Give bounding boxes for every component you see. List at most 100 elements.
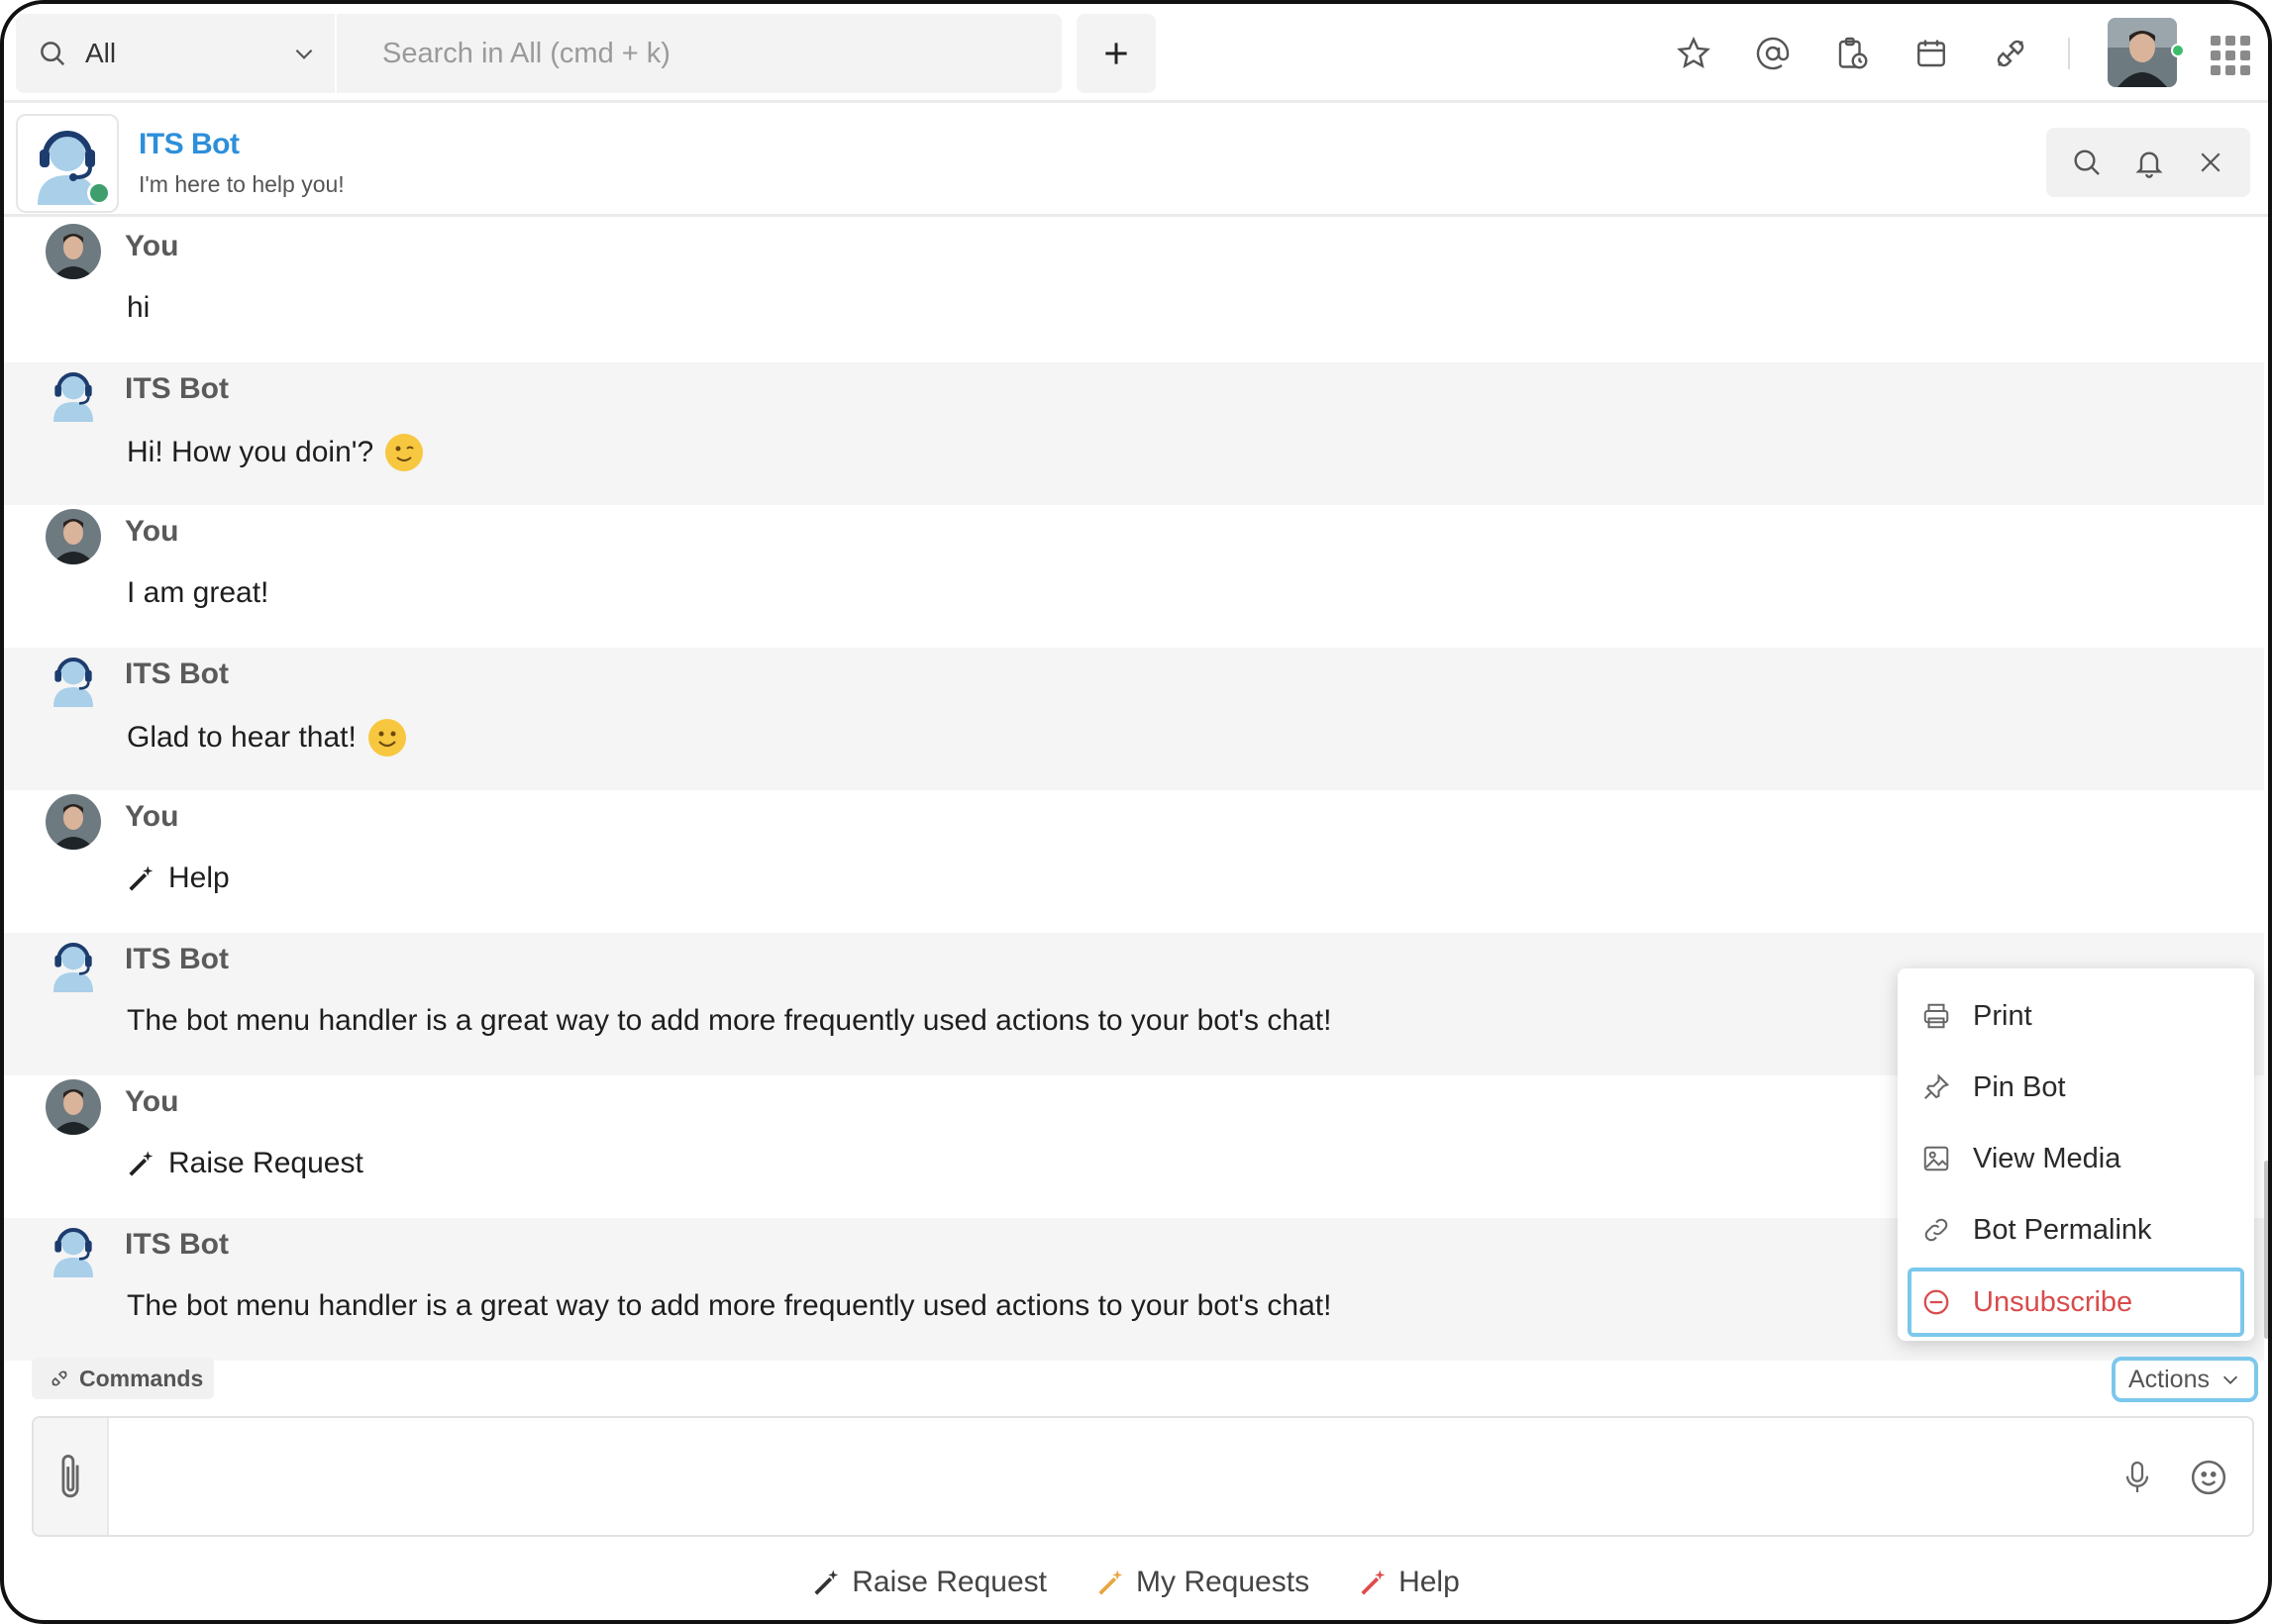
search-scope-dropdown[interactable]: All: [16, 14, 335, 93]
message-text: Help: [127, 862, 230, 895]
user-avatar[interactable]: [46, 1079, 101, 1135]
close-icon[interactable]: [2196, 148, 2225, 177]
message-item: You hi: [4, 220, 2264, 362]
mention-icon[interactable]: [1751, 32, 1795, 75]
menu-item-label: Print: [1973, 999, 2032, 1032]
bell-icon[interactable]: [2133, 147, 2165, 178]
integrations-plug-icon[interactable]: [1989, 32, 2032, 75]
image-icon: [1921, 1144, 1951, 1173]
menu-item-view-media[interactable]: View Media: [1898, 1123, 2254, 1194]
bot-avatar[interactable]: [16, 114, 119, 213]
search-input[interactable]: [380, 36, 1062, 71]
message-composer: [32, 1416, 2254, 1537]
message-item: You Help: [4, 790, 2264, 933]
clipboard-clock-icon[interactable]: [1830, 32, 1874, 75]
magic-wand-icon: [814, 1570, 839, 1595]
actions-menu: Print Pin Bot View Media Bot Permalink U…: [1898, 968, 2254, 1341]
message-input[interactable]: [125, 1438, 2086, 1517]
link-icon: [1921, 1215, 1951, 1245]
toolbar-divider: [2068, 38, 2070, 69]
chat-header-tools: [2046, 128, 2250, 197]
message-text: Raise Request: [127, 1147, 363, 1180]
top-bar: All: [4, 4, 2268, 103]
search-icon: [38, 39, 67, 68]
quick-reply-label: Help: [1398, 1566, 1460, 1598]
message-sender: You: [125, 515, 179, 548]
user-avatar[interactable]: [46, 224, 101, 279]
microphone-icon[interactable]: [2117, 1458, 2157, 1497]
user-avatar[interactable]: [2108, 18, 2177, 87]
menu-item-bot-permalink[interactable]: Bot Permalink: [1898, 1194, 2254, 1266]
commands-button[interactable]: Commands: [32, 1358, 214, 1399]
message-sender: You: [125, 230, 179, 262]
app-grid-icon[interactable]: [2211, 36, 2250, 75]
attach-button[interactable]: [34, 1418, 109, 1535]
minus-circle-icon: [1921, 1287, 1951, 1317]
quick-reply-label: My Requests: [1136, 1566, 1310, 1598]
commands-label: Commands: [79, 1365, 204, 1391]
message-text: The bot menu handler is a great way to a…: [127, 1289, 1332, 1322]
message-sender: ITS Bot: [125, 658, 229, 690]
magic-wand-icon: [1361, 1570, 1386, 1595]
menu-item-print[interactable]: Print: [1898, 980, 2254, 1052]
message-sender: ITS Bot: [125, 1228, 229, 1261]
magic-wand-icon: [129, 1151, 154, 1176]
message-scrollbar[interactable]: [2264, 1161, 2268, 1339]
bot-avatar[interactable]: [46, 937, 101, 992]
message-sender: You: [125, 800, 179, 833]
bot-avatar[interactable]: [46, 366, 101, 422]
user-avatar[interactable]: [46, 794, 101, 850]
message-item: ITS Bot Hi! How you doin'?: [4, 362, 2264, 505]
plug-icon: [50, 1369, 69, 1388]
quick-reply-label: Raise Request: [852, 1566, 1047, 1598]
emoji-icon[interactable]: [2187, 1456, 2230, 1499]
winking-face-icon: [385, 434, 424, 471]
quick-reply-help[interactable]: Help: [1359, 1566, 1460, 1599]
pin-icon: [1921, 1072, 1951, 1102]
quick-reply-my-requests[interactable]: My Requests: [1096, 1566, 1309, 1599]
smiling-face-icon: [367, 719, 406, 757]
message-text: hi: [127, 291, 151, 324]
new-button[interactable]: [1077, 14, 1156, 93]
menu-item-label: Pin Bot: [1973, 1070, 2066, 1103]
calendar-icon[interactable]: [1910, 32, 1953, 75]
message-text: Hi! How you doin'?: [127, 434, 424, 471]
magic-wand-icon: [129, 865, 154, 891]
menu-item-unsubscribe[interactable]: Unsubscribe: [1908, 1268, 2244, 1337]
message-item: You I am great!: [4, 505, 2264, 648]
quick-replies: Raise Request My Requests Help: [4, 1557, 2268, 1608]
message-item: ITS Bot Glad to hear that!: [4, 648, 2264, 790]
bot-avatar[interactable]: [46, 1222, 101, 1277]
plus-icon: [1100, 38, 1132, 69]
chat-header: ITS Bot I'm here to help you!: [4, 106, 2268, 217]
magic-wand-icon: [1098, 1570, 1123, 1595]
bot-badge-icon: [87, 181, 111, 205]
chat-subtitle: I'm here to help you!: [139, 171, 345, 197]
chat-title[interactable]: ITS Bot: [139, 128, 240, 161]
message-sender: ITS Bot: [125, 372, 229, 405]
message-text: I am great!: [127, 576, 269, 609]
quick-reply-raise-request[interactable]: Raise Request: [812, 1566, 1047, 1599]
actions-button[interactable]: Actions: [2112, 1357, 2258, 1402]
message-sender: ITS Bot: [125, 943, 229, 975]
paperclip-icon: [53, 1451, 87, 1502]
user-avatar[interactable]: [46, 509, 101, 564]
chevron-down-icon: [2220, 1369, 2241, 1390]
bot-avatar[interactable]: [46, 652, 101, 707]
search-icon[interactable]: [2071, 147, 2103, 178]
printer-icon: [1921, 1001, 1951, 1031]
app-window: All Search in All (cmd + k) ITS Bot I'm …: [0, 0, 2272, 1624]
search-scope-label: All: [85, 38, 117, 68]
menu-item-label: View Media: [1973, 1142, 2121, 1174]
menu-item-label: Unsubscribe: [1973, 1285, 2133, 1318]
message-sender: You: [125, 1085, 179, 1118]
actions-label: Actions: [2128, 1365, 2210, 1393]
message-text: The bot menu handler is a great way to a…: [127, 1004, 1332, 1037]
menu-item-label: Bot Permalink: [1973, 1213, 2152, 1246]
online-status-dot: [2171, 44, 2185, 57]
menu-item-pin-bot[interactable]: Pin Bot: [1898, 1052, 2254, 1123]
message-text: Glad to hear that!: [127, 719, 406, 757]
chevron-down-icon: [291, 41, 317, 66]
global-search: [337, 14, 1062, 93]
star-icon[interactable]: [1672, 32, 1715, 75]
